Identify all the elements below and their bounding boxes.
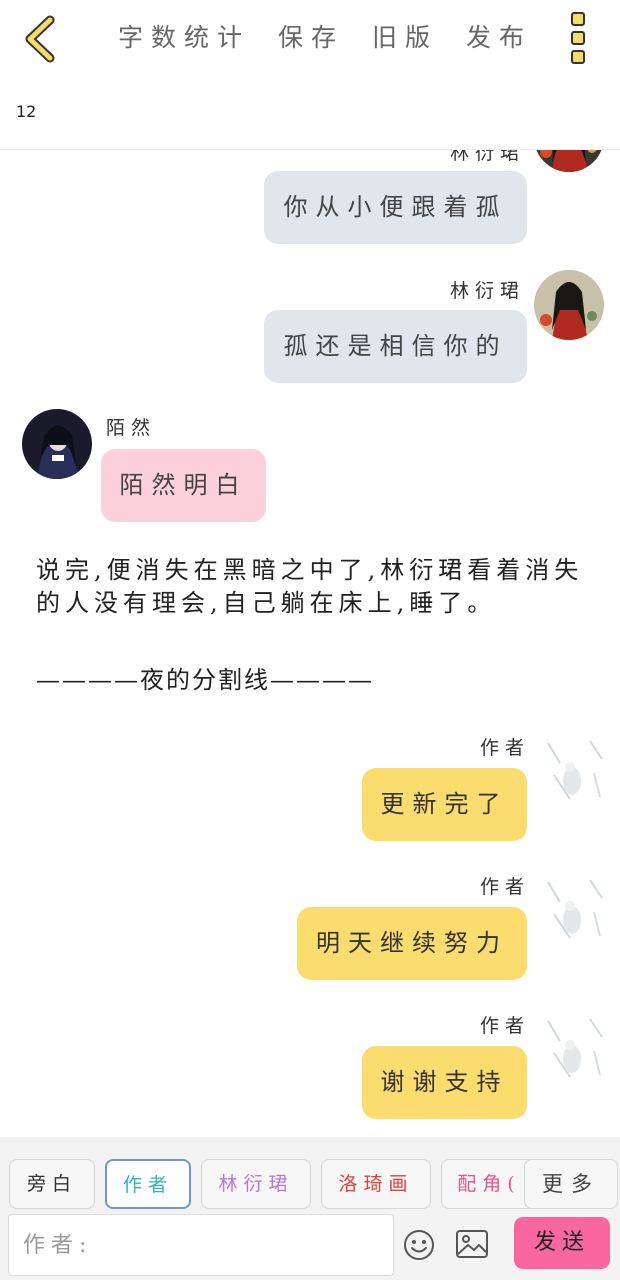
back-button[interactable] [18,14,62,64]
word-count-button[interactable]: 字数统计 [118,18,250,58]
menu-dot-icon [571,12,585,26]
back-arrow-icon [25,15,55,63]
bottom-toolbar: 旁白 作者 林衍珺 洛琦画 配角( 更多 发送 [0,1137,620,1280]
narration-text[interactable]: 说完,便消失在黑暗之中了,林衍珺看着消失的人没有理会,自己躺在床上,睡了。 [36,554,596,620]
speaker-name: 作者 [480,737,531,759]
author-avatar[interactable] [540,872,610,942]
role-tab-luo-qihua[interactable]: 洛琦画 [321,1159,431,1209]
menu-dot-icon [571,31,585,45]
image-button[interactable] [455,1229,489,1259]
smiley-icon [404,1230,434,1260]
character-avatar-icon [22,409,92,479]
save-button[interactable]: 保存 [278,18,344,58]
speaker-name: 作者 [480,876,531,898]
speaker-name: 作者 [480,1015,531,1037]
scene-divider[interactable]: ————夜的分割线———— [36,660,374,695]
menu-dot-icon [571,50,585,64]
publish-button[interactable]: 发布 [466,18,532,58]
character-avatar-icon [534,270,604,340]
speaker-name: 陌然 [106,417,157,439]
role-tab-supporting[interactable]: 配角( [441,1159,537,1209]
more-menu-button[interactable] [566,12,590,64]
message-bubble[interactable]: 孤还是相信你的 [264,310,527,383]
avatar[interactable] [534,150,604,172]
avatar[interactable] [534,270,604,340]
image-icon [456,1230,488,1258]
chat-area[interactable]: 林衍珺 你从小便跟着孤 林衍珺 孤还是相信你的 陌然 陌然明白 说完,便消失在黑… [0,150,620,1136]
message-input[interactable] [8,1214,394,1276]
speaker-name: 林衍珺 [450,150,526,164]
author-avatar-icon [540,872,610,942]
message-bubble[interactable]: 你从小便跟着孤 [264,171,527,244]
old-version-button[interactable]: 旧版 [372,18,438,58]
message-bubble[interactable]: 明天继续努力 [297,907,527,980]
avatar[interactable] [22,409,92,479]
top-bar: 字数统计 保存 旧版 发布 [0,0,620,78]
author-avatar[interactable] [540,1011,610,1081]
more-roles-button[interactable]: 更多 [524,1159,618,1209]
message-bubble[interactable]: 谢谢支持 [362,1046,527,1119]
message-bubble[interactable]: 更新完了 [362,768,527,841]
message-bubble[interactable]: 陌然明白 [101,449,266,522]
emoji-button[interactable] [403,1229,435,1261]
author-avatar[interactable] [540,733,610,803]
top-actions: 字数统计 保存 旧版 发布 [118,18,560,58]
send-button[interactable]: 发送 [514,1217,610,1269]
speaker-name: 林衍珺 [450,280,526,302]
role-tab-lin-yanjun[interactable]: 林衍珺 [201,1159,311,1209]
role-tab-author[interactable]: 作者 [105,1159,191,1209]
author-avatar-icon [540,1011,610,1081]
role-tab-narrator[interactable]: 旁白 [9,1159,95,1209]
word-count: 12 [16,102,37,121]
character-avatar-icon [534,150,604,172]
author-avatar-icon [540,733,610,803]
